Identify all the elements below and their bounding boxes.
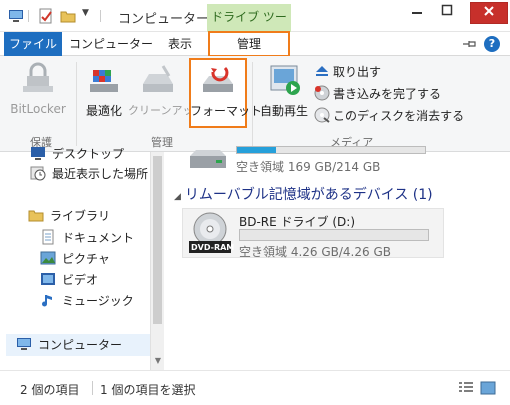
navigation-pane: デスクトップ 最近表示した場所 ライブラリ ドキュメント ピクチャ ビデオ ミュ…: [0, 147, 164, 370]
hdd-usage-bar: [236, 146, 426, 154]
drive-item-hdd[interactable]: 空き領域 169 GB/214 GB: [182, 146, 432, 176]
desktop-icon: [30, 145, 46, 161]
tab-view[interactable]: 表示: [158, 32, 202, 56]
new-folder-icon[interactable]: [60, 8, 76, 24]
hard-drive-icon: [188, 150, 228, 175]
group-label-manage: 管理: [151, 136, 173, 149]
video-icon: [40, 271, 56, 287]
drive-tools-context-tab: ドライブ ツール: [207, 4, 291, 50]
pin-icon[interactable]: [462, 37, 478, 51]
picture-icon: [40, 250, 56, 266]
nav-item-computer[interactable]: コンピューター: [16, 335, 122, 355]
dvd-ram-label: DVD-RAM: [191, 243, 235, 252]
nav-item-documents[interactable]: ドキュメント: [40, 228, 134, 248]
drive-item-dvd[interactable]: DVD-RAM BD-RE ドライブ (D:) 空き領域 4.26 GB/4.2…: [182, 208, 444, 259]
maximize-button[interactable]: [432, 2, 462, 24]
ribbon: BitLocker 最適化 クリーンアップ フォーマット 保護 管理 自動再生 …: [0, 56, 510, 152]
recent-places-icon: [30, 165, 46, 181]
library-icon: [28, 207, 44, 223]
hdd-usage-fill: [237, 147, 277, 153]
autoplay-button[interactable]: 自動再生: [256, 62, 312, 119]
ribbon-tabs: ファイル コンピューター 表示 管理 ?: [0, 31, 510, 57]
erase-disc-icon: [314, 107, 330, 123]
dvd-usage-bar: [239, 229, 429, 241]
chevron-down-icon[interactable]: ▼: [82, 8, 98, 24]
optimize-button[interactable]: 最適化: [82, 62, 126, 119]
ribbon-separator: [252, 62, 253, 146]
tab-file[interactable]: ファイル: [4, 32, 62, 56]
removable-devices-header[interactable]: ◢ リムーバブル記憶域があるデバイス (1): [174, 184, 433, 204]
status-separator: [92, 381, 93, 395]
nav-scrollbar[interactable]: ▼: [150, 152, 164, 370]
computer-icon: [16, 336, 32, 352]
optimize-icon: [85, 62, 123, 96]
nav-item-desktop[interactable]: デスクトップ: [30, 144, 124, 164]
item-count: 2 個の項目: [20, 383, 80, 397]
dvd-drive-name: BD-RE ドライブ (D:): [239, 215, 355, 229]
eject-button[interactable]: 取り出す: [314, 62, 381, 82]
format-button[interactable]: フォーマット: [190, 62, 262, 119]
autoplay-icon: [265, 62, 303, 96]
large-icons-view-icon[interactable]: [480, 381, 496, 395]
title-bar: ▼ コンピューター ドライブ ツール: [0, 0, 510, 50]
document-icon: [40, 229, 56, 245]
properties-icon[interactable]: [38, 8, 54, 24]
bitlocker-icon: [19, 62, 57, 96]
status-bar: 2 個の項目 1 個の項目を選択: [0, 370, 510, 405]
separator: [100, 8, 102, 24]
nav-item-videos[interactable]: ビデオ: [40, 270, 98, 290]
format-icon: [199, 62, 237, 96]
tab-manage[interactable]: 管理: [208, 31, 290, 57]
nav-item-pictures[interactable]: ピクチャ: [40, 249, 110, 269]
tab-computer[interactable]: コンピューター: [68, 32, 154, 56]
bitlocker-button[interactable]: BitLocker: [8, 62, 68, 116]
scroll-down-arrow[interactable]: ▼: [153, 356, 163, 366]
chevron-down-icon: ◢: [174, 192, 181, 202]
separator: [28, 8, 30, 24]
nav-item-recent[interactable]: 最近表示した場所: [30, 164, 148, 184]
music-icon: [40, 292, 56, 308]
minimize-button[interactable]: [402, 2, 432, 24]
details-view-icon[interactable]: [458, 381, 474, 395]
eject-icon: [314, 63, 330, 79]
dvd-free-space: 空き領域 4.26 GB/4.26 GB: [239, 245, 391, 259]
nav-item-music[interactable]: ミュージック: [40, 291, 134, 311]
scrollbar-thumb[interactable]: [153, 156, 162, 324]
nav-item-library[interactable]: ライブラリ: [28, 206, 110, 226]
cleanup-button[interactable]: クリーンアップ: [128, 62, 204, 118]
ribbon-separator: [76, 62, 77, 146]
selected-count: 1 個の項目を選択: [100, 383, 196, 397]
finish-burning-button[interactable]: 書き込みを完了する: [314, 84, 441, 104]
burn-disc-icon: [314, 85, 330, 101]
computer-icon[interactable]: [8, 8, 24, 24]
content-pane: 空き領域 169 GB/214 GB ◢ リムーバブル記憶域があるデバイス (1)…: [164, 146, 510, 370]
help-icon[interactable]: ?: [484, 36, 500, 52]
cleanup-icon: [139, 62, 177, 96]
close-button[interactable]: [470, 2, 508, 24]
hdd-free-space: 空き領域 169 GB/214 GB: [236, 160, 381, 174]
erase-disc-button[interactable]: このディスクを消去する: [314, 106, 464, 126]
window-title: コンピューター: [118, 12, 210, 27]
